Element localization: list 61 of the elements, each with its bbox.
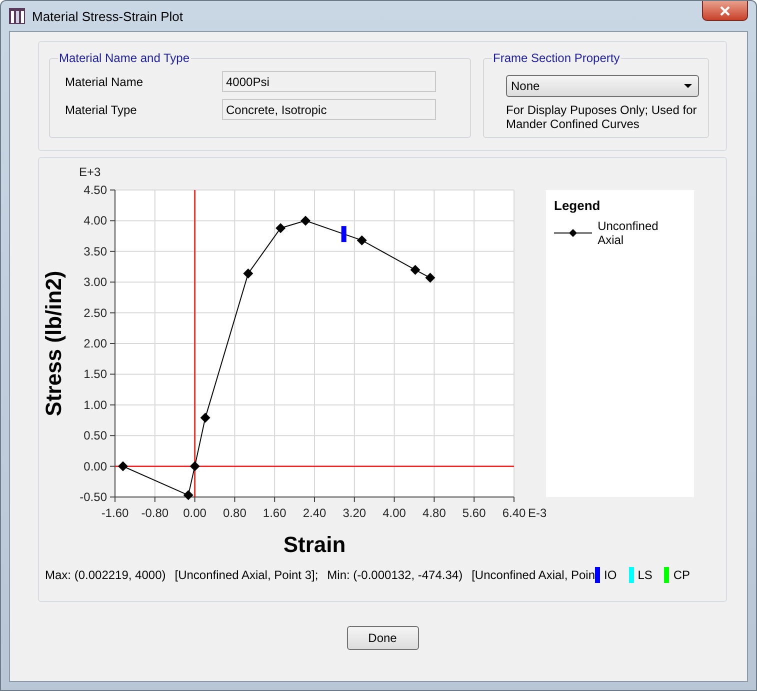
tick-label: 0.00 — [183, 506, 206, 520]
tick-label: 0.00 — [84, 459, 107, 474]
data-point — [183, 490, 194, 500]
status-text: [Unconfined Axial, Point 3]; — [174, 568, 318, 582]
legend-title: Legend — [554, 198, 602, 213]
tick-label: 3.50 — [84, 244, 107, 258]
data-point — [300, 216, 311, 226]
tick-label: 2.50 — [84, 306, 107, 320]
tick-label: 0.80 — [223, 506, 246, 520]
tick-label: 1.60 — [262, 506, 286, 520]
axis-title: Stress (lb/in2) — [41, 270, 66, 416]
level-label: LS — [638, 568, 652, 582]
axis-title: Strain — [283, 532, 346, 557]
data-point — [276, 223, 286, 234]
data-point — [200, 412, 210, 423]
tick-label: 4.50 — [84, 183, 107, 197]
tick-label: 1.50 — [84, 367, 107, 382]
tick-label: 2.00 — [84, 336, 107, 350]
data-point — [118, 461, 128, 472]
data-point — [190, 461, 200, 472]
tick-label: 4.00 — [382, 506, 406, 520]
text-field[interactable]: 4000Psi — [222, 71, 436, 92]
note-text: For Display Puposes Only; Used for Mander Confined Curves — [506, 103, 698, 131]
tick-label: 5.60 — [462, 506, 486, 520]
field-label: Material Name — [65, 74, 144, 88]
tick-label: 0.50 — [84, 428, 107, 443]
data-point — [410, 264, 420, 275]
done-button[interactable]: Done — [346, 626, 418, 650]
tick-label: 6.40 — [502, 506, 526, 520]
tick-label: 2.40 — [302, 506, 326, 520]
close-button[interactable] — [702, 1, 748, 21]
data-point — [356, 235, 367, 246]
data-point — [425, 272, 436, 283]
status-text: [Unconfined Axial, Poin — [472, 568, 596, 582]
line-marker-icon — [554, 228, 592, 238]
axis-multiplier: E+3 — [79, 165, 101, 179]
level-label: CP — [673, 568, 690, 582]
field-label: Material Type — [65, 102, 138, 116]
status-text: Min: (-0.000132, -474.34) — [327, 568, 463, 582]
group-title: Frame Section Property — [492, 51, 621, 65]
level-label: IO — [604, 568, 617, 582]
text-field[interactable]: Concrete, Isotropic — [222, 99, 436, 120]
tick-label: 3.00 — [84, 275, 107, 290]
status-text: Max: (0.002219, 4000) — [45, 568, 166, 582]
level-marker — [341, 226, 346, 242]
app-icon — [9, 8, 25, 24]
close-icon — [720, 6, 730, 16]
dropdown[interactable]: None — [506, 75, 699, 97]
tick-label: -0.50 — [80, 490, 107, 504]
tick-label: 4.00 — [84, 214, 107, 228]
tick-label: 4.80 — [422, 506, 446, 520]
data-point — [243, 268, 254, 278]
legend-label: Unconfined Axial — [598, 219, 660, 247]
group-title: Material Name and Type — [58, 51, 191, 65]
tick-label: 1.00 — [84, 398, 107, 412]
axis-multiplier: E-3 — [528, 506, 546, 520]
caret-icon — [684, 84, 692, 88]
tick-label: -1.60 — [101, 506, 129, 520]
tick-label: 3.20 — [342, 506, 366, 520]
window-title: Material Stress-Strain Plot — [32, 8, 183, 24]
tick-label: -0.80 — [141, 506, 169, 520]
